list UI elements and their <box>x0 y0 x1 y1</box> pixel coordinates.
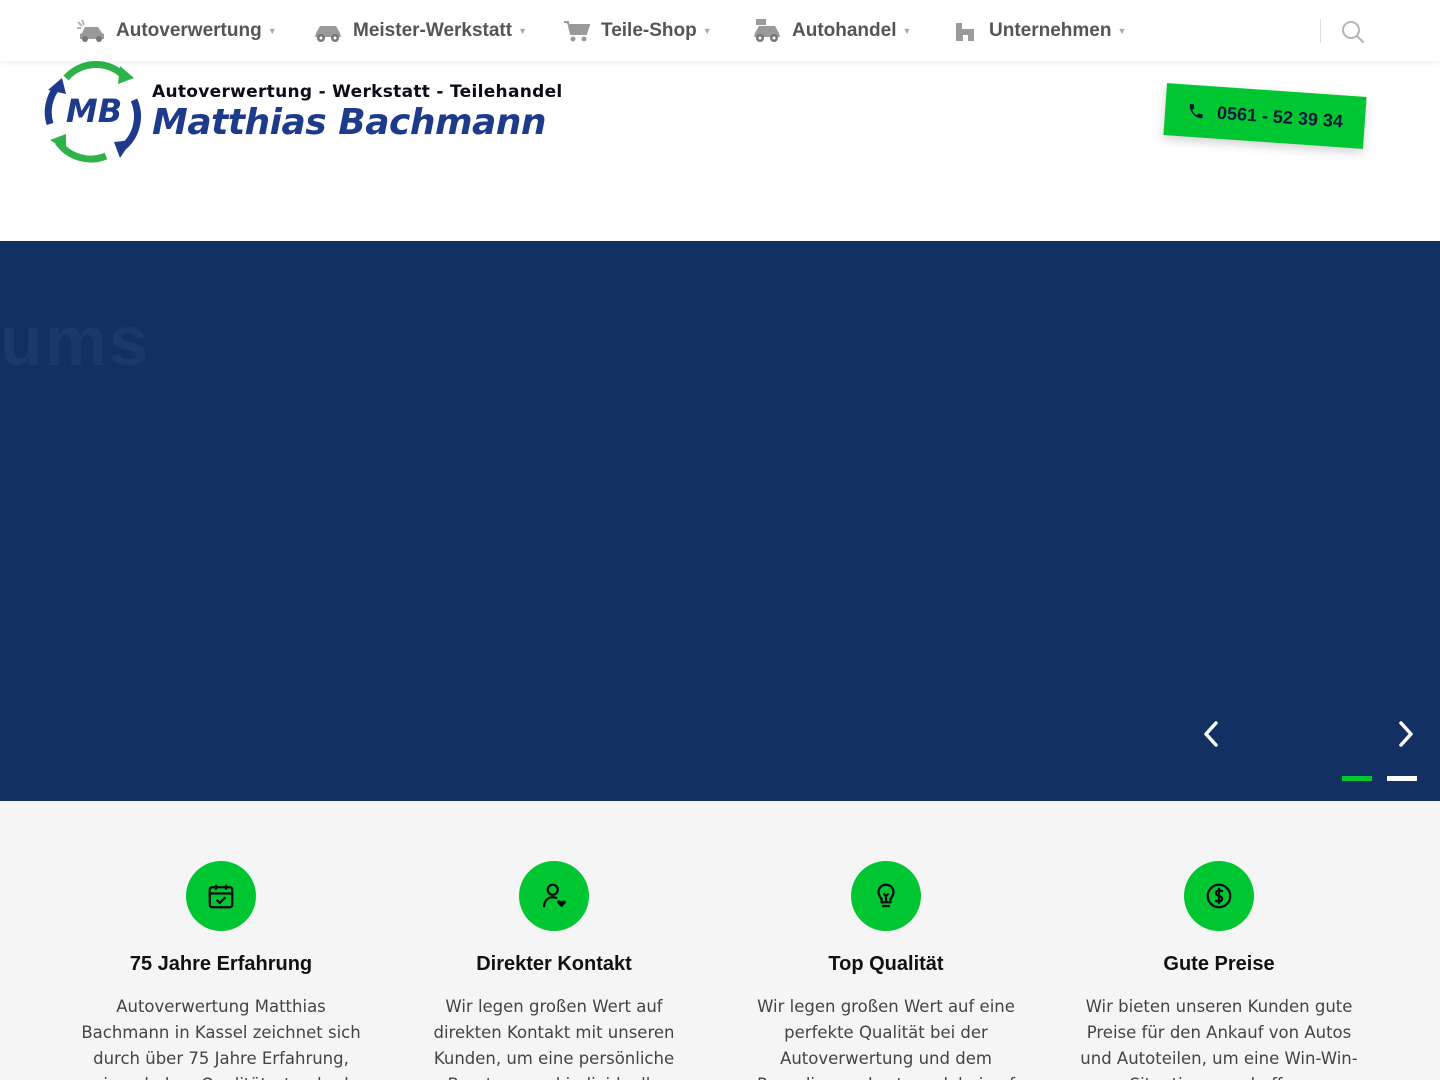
car-crash-icon <box>76 19 106 43</box>
feature-text: Wir bieten unseren Kunden gute Preise fü… <box>1080 997 1358 1080</box>
logo-tagline: Autoverwertung - Werkstatt - Teilehandel <box>152 82 563 102</box>
chevron-down-icon: ▼ <box>518 25 528 36</box>
search-icon[interactable] <box>1340 19 1366 45</box>
nav-item-unternehmen[interactable]: Unternehmen ▼ <box>953 0 1126 61</box>
lightbulb-icon <box>851 861 921 931</box>
hero-slider: ums <box>0 241 1440 801</box>
calendar-check-icon <box>186 861 256 931</box>
user-heart-icon <box>519 861 589 931</box>
hero-slide-text: ums <box>0 302 150 380</box>
top-navigation: Autoverwertung ▼ Meister-Werkstatt ▼ Tei… <box>0 0 1440 61</box>
chevron-left-icon <box>1204 721 1218 747</box>
feature-text: Wir legen großen Wert auf direkten Konta… <box>433 997 675 1080</box>
chevron-down-icon: ▼ <box>267 25 277 36</box>
nav-item-teile-shop[interactable]: Teile-Shop ▼ <box>563 0 712 61</box>
site-logo[interactable]: MB Autoverwertung - Werkstatt - Teilehan… <box>44 60 562 164</box>
nav-label: Teile-Shop <box>601 19 697 41</box>
dollar-circle-icon <box>1184 861 1254 931</box>
feature-title: 75 Jahre Erfahrung <box>129 953 313 975</box>
slider-dot-2[interactable] <box>1387 776 1417 781</box>
feature-text: Wir legen großen Wert auf eine perfekte … <box>757 997 1015 1080</box>
logo-monogram: MB <box>66 92 122 130</box>
building-icon <box>953 19 979 43</box>
nav-label: Meister-Werkstatt <box>353 19 513 41</box>
chevron-down-icon: ▼ <box>702 25 712 36</box>
shopping-cart-icon <box>563 19 591 43</box>
nav-label: Autoverwertung <box>116 19 262 41</box>
nav-item-autoverwertung[interactable]: Autoverwertung ▼ <box>76 0 277 61</box>
recycling-logo-icon: MB <box>44 61 141 163</box>
phone-icon <box>1186 102 1205 121</box>
phone-call-button[interactable]: 0561 - 52 39 34 <box>1163 83 1367 149</box>
phone-number: 0561 - 52 39 34 <box>1216 102 1344 131</box>
slider-next-button[interactable] <box>1391 719 1421 749</box>
nav-label: Unternehmen <box>989 19 1112 41</box>
nav-item-autohandel[interactable]: Autohandel ▼ <box>752 0 911 61</box>
chevron-down-icon: ▼ <box>902 25 912 36</box>
slider-prev-button[interactable] <box>1196 719 1226 749</box>
nav-divider <box>1320 19 1321 43</box>
features-section: 75 Jahre Erfahrung Autoverwertung Matthi… <box>0 801 1440 1080</box>
feature-title: Gute Preise <box>1163 953 1275 975</box>
nav-item-meister-werkstatt[interactable]: Meister-Werkstatt ▼ <box>313 0 527 61</box>
chevron-down-icon: ▼ <box>1117 25 1127 36</box>
car-repair-icon <box>313 19 343 43</box>
chevron-right-icon <box>1399 721 1413 747</box>
car-dealer-icon <box>752 18 782 44</box>
logo-name: Matthias Bachmann <box>152 102 547 143</box>
feature-title: Top Qualität <box>828 953 944 975</box>
feature-text: Autoverwertung Matthias Bachmann in Kass… <box>81 997 361 1080</box>
feature-title: Direkter Kontakt <box>476 953 632 975</box>
slider-dot-1[interactable] <box>1342 776 1372 781</box>
nav-label: Autohandel <box>792 19 897 41</box>
